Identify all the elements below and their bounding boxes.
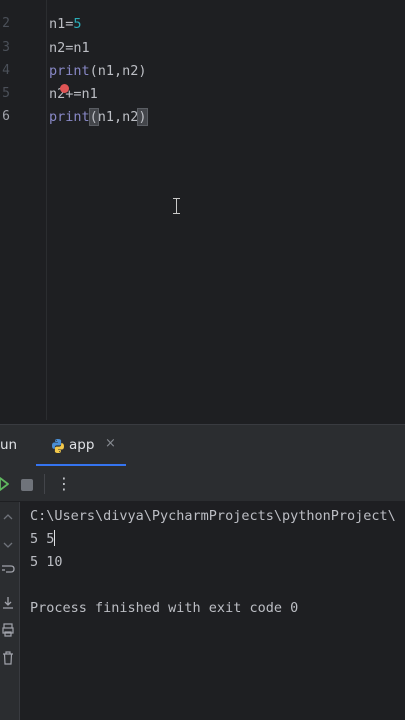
line-number: 3 [2, 40, 10, 55]
run-toolbar: ⋮ [0, 466, 405, 502]
console-output-line: 5 10 [30, 554, 63, 570]
code-editor[interactable]: 2 3 4 5 6 n1=5 n2=n1 print(n1,n2) n2+=n1… [0, 0, 405, 424]
trash-icon[interactable] [0, 650, 16, 666]
soft-wrap-icon[interactable] [0, 562, 16, 578]
toolbar-separator [44, 474, 45, 494]
code-token: n2+=n1 [49, 86, 98, 102]
print-icon[interactable] [0, 622, 16, 638]
line-number: 4 [2, 63, 10, 78]
code-line-2[interactable]: n2=n1 [49, 38, 90, 58]
line-number: 2 [2, 16, 10, 31]
line-number: 5 [2, 86, 10, 101]
console-output-text: 5 5 [30, 531, 55, 547]
code-token-number: 5 [73, 16, 82, 32]
tab-close-icon[interactable]: × [105, 436, 116, 451]
rerun-icon[interactable] [0, 475, 10, 493]
code-token-function: print [49, 109, 90, 125]
code-line-5[interactable]: print(n1,n2) [49, 107, 148, 127]
code-token-function: print [49, 63, 90, 79]
text-caret [54, 530, 56, 546]
console-output-line: 5 5 [30, 529, 56, 549]
code-token: (n1,n2) [89, 63, 147, 79]
tab-app-label: app [69, 437, 95, 453]
scroll-to-end-icon[interactable] [0, 595, 16, 611]
more-vertical-icon[interactable]: ⋮ [56, 475, 72, 493]
python-icon [52, 439, 64, 453]
tab-app[interactable]: app × [36, 425, 126, 467]
console-exit-message: Process finished with exit code 0 [30, 600, 299, 616]
up-arrow-icon[interactable] [0, 510, 16, 526]
gutter-separator [46, 0, 47, 420]
pycharm-window: 2 3 4 5 6 n1=5 n2=n1 print(n1,n2) n2+=n1… [0, 0, 405, 720]
matched-paren-close: ) [137, 108, 148, 126]
run-tool-window-header: un app × [0, 424, 405, 467]
console-command-line: C:\Users\divya\PycharmProjects\pythonPro… [30, 508, 396, 524]
run-panel-title: un [0, 437, 18, 453]
code-line-1[interactable]: n1=5 [49, 14, 82, 34]
line-number-current: 6 [2, 109, 10, 124]
console-side-toolbar [0, 502, 20, 720]
down-arrow-icon[interactable] [0, 536, 16, 552]
code-token: n1= [49, 16, 74, 32]
stop-icon[interactable] [21, 479, 33, 491]
code-token: n1,n2 [97, 109, 139, 125]
code-line-4[interactable]: n2+=n1 [49, 84, 98, 104]
matched-paren-open: ( [88, 108, 99, 126]
mouse-ibeam-cursor-icon [172, 197, 181, 215]
code-line-3[interactable]: print(n1,n2) [49, 61, 147, 81]
code-token: n2=n1 [49, 40, 90, 56]
error-marker-icon[interactable] [60, 84, 69, 93]
run-console-output[interactable]: C:\Users\divya\PycharmProjects\pythonPro… [20, 502, 405, 720]
line-number-gutter: 2 3 4 5 6 [0, 0, 46, 424]
